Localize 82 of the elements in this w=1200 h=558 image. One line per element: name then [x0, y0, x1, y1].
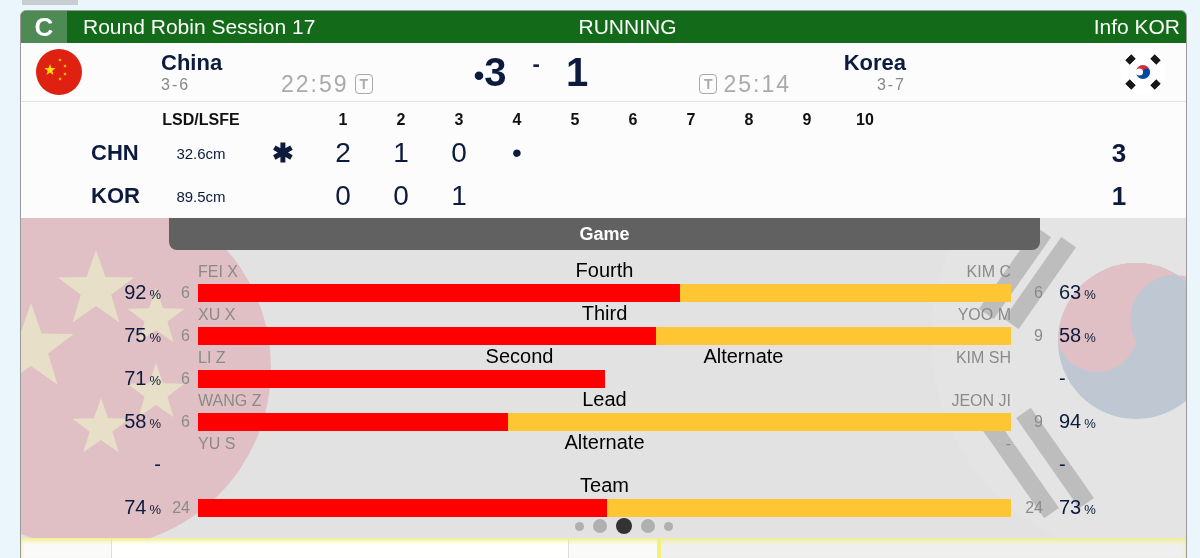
- shot-count: 6: [180, 326, 191, 345]
- column-heading: 10: [856, 110, 874, 129]
- player-name: WANG Z: [198, 392, 263, 410]
- shot-count: 6: [180, 369, 191, 388]
- team-name: Korea: [843, 50, 906, 76]
- tab-edge: [22, 0, 78, 5]
- info-link[interactable]: Info KOR: [1093, 15, 1186, 39]
- total-score: 3: [1111, 137, 1127, 169]
- player-name: JEON JI: [950, 392, 1011, 410]
- table-cell: •: [512, 137, 522, 169]
- table-cell: 32.6cm: [176, 144, 226, 162]
- position-label: Alternate: [564, 431, 645, 453]
- china-flag-icon: [36, 49, 82, 95]
- player-name: LI Z: [198, 349, 227, 367]
- time-remaining: 25:14: [723, 70, 791, 98]
- player-name: XU X: [198, 306, 237, 324]
- position-label: Third: [581, 302, 628, 324]
- timeout-badge: T: [698, 74, 718, 94]
- percentage: 94%: [1058, 410, 1097, 433]
- team-record: 3-7: [876, 76, 906, 94]
- percentage: 92%: [123, 281, 161, 304]
- shot-count: 24: [1024, 498, 1044, 517]
- percentage: 73%: [1058, 496, 1097, 519]
- position-label: Second: [485, 345, 554, 367]
- column-heading: 7: [686, 110, 696, 129]
- column-heading: 9: [802, 110, 812, 129]
- column-heading: 3: [454, 110, 464, 129]
- percentage: -: [1058, 367, 1067, 390]
- table-cell: 2: [335, 137, 351, 169]
- column-heading: LSD/LSFE: [162, 110, 240, 129]
- team-abbreviation: CHN: [90, 140, 139, 166]
- total-score: 1: [1111, 180, 1127, 212]
- game-header-bar: Game: [169, 218, 1040, 250]
- table-cell: 0: [451, 137, 467, 169]
- table-cell: 1: [393, 137, 409, 169]
- position-label: Team: [580, 474, 629, 496]
- player-name: KIM C: [965, 263, 1011, 281]
- column-heading: 5: [570, 110, 580, 129]
- column-heading: 1: [338, 110, 348, 129]
- percentage: 58%: [1058, 324, 1097, 347]
- player-name: YOO M: [956, 306, 1011, 324]
- team-abbreviation: KOR: [90, 183, 140, 209]
- hammer-marker: ✱: [271, 137, 294, 169]
- percentage: -: [1058, 453, 1067, 476]
- shot-count: 6: [180, 412, 191, 431]
- team-record: 3-6: [161, 76, 192, 94]
- position-label: Fourth: [575, 259, 634, 281]
- player-name: -: [1004, 435, 1011, 453]
- table-cell: 0: [393, 180, 409, 212]
- timeout-badge: T: [354, 74, 374, 94]
- position-label: Alternate: [703, 345, 784, 367]
- page-dot[interactable]: [663, 521, 673, 531]
- percentage: 71%: [123, 367, 161, 390]
- team-score: •3: [473, 49, 507, 95]
- session-title: Round Robin Session 17: [82, 15, 317, 39]
- table-cell: 0: [335, 180, 351, 212]
- percentage: -: [153, 453, 161, 476]
- percentage: 75%: [123, 324, 161, 347]
- game-status: RUNNING: [578, 15, 677, 39]
- position-label: Lead: [582, 388, 627, 410]
- time-remaining: 22:59: [281, 70, 349, 98]
- player-name: KIM SH: [954, 349, 1011, 367]
- percentage: 58%: [123, 410, 161, 433]
- shot-count: 9: [1033, 412, 1044, 431]
- column-heading: 4: [512, 110, 522, 129]
- column-heading: 2: [396, 110, 406, 129]
- column-heading: 8: [744, 110, 754, 129]
- sheet-badge: C: [21, 11, 67, 43]
- table-cell: 1: [451, 180, 467, 212]
- shot-count: 24: [171, 498, 191, 517]
- page-dot[interactable]: [574, 521, 584, 531]
- percentage: 74%: [123, 496, 161, 519]
- score-separator: -: [532, 51, 540, 77]
- column-heading: 6: [628, 110, 638, 129]
- team-name: China: [161, 50, 224, 76]
- team-score: 1: [565, 49, 589, 95]
- player-name: FEI X: [198, 263, 239, 281]
- table-cell: 89.5cm: [176, 187, 226, 205]
- percentage: 63%: [1058, 281, 1097, 304]
- player-name: YU S: [198, 435, 237, 453]
- shot-count: 9: [1033, 326, 1044, 345]
- shot-count: 6: [180, 283, 191, 302]
